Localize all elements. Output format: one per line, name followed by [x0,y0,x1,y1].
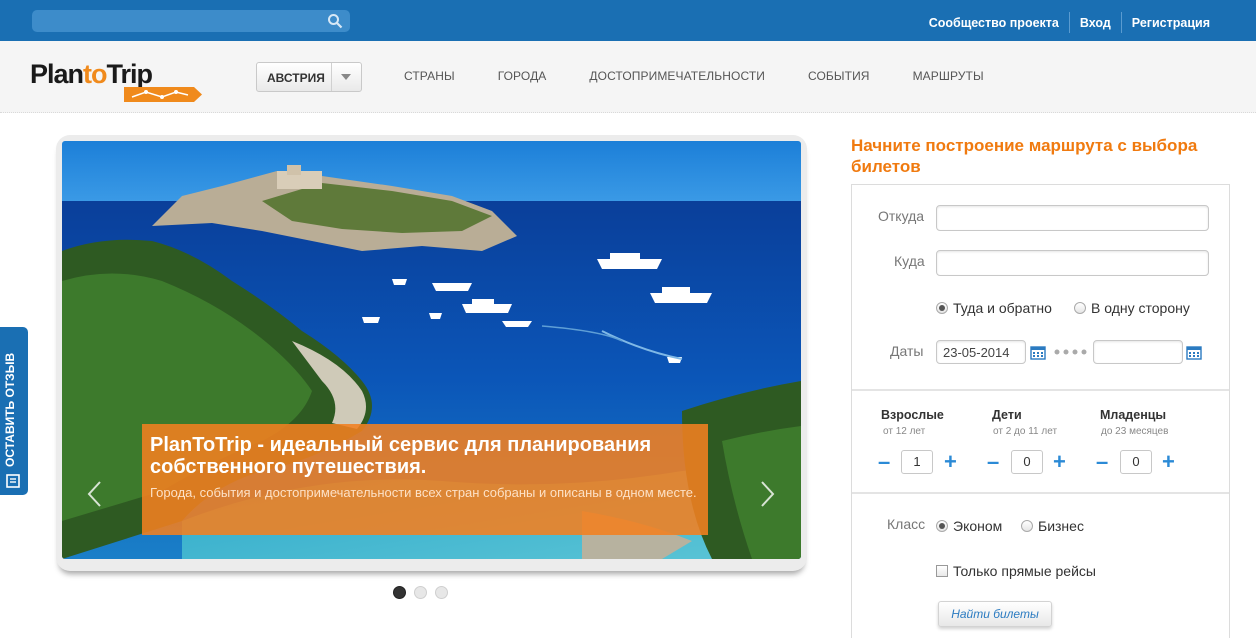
route-bar-icon [124,87,202,102]
site-header: PlantoTrip АВСТРИЯ СТРАНЫ ГОРОДА ДОСТОПР… [0,41,1256,113]
date-range-dots [1054,349,1087,355]
roundtrip-radio[interactable] [936,302,948,314]
adults-plus-button[interactable]: + [944,451,957,473]
logo-text: PlantoTrip [30,59,153,89]
country-select[interactable]: АВСТРИЯ [256,62,362,92]
login-link[interactable]: Вход [1080,16,1111,30]
economy-label[interactable]: Эконом [953,518,1002,534]
find-tickets-button[interactable]: Найти билеты [938,601,1052,627]
calendar-icon[interactable] [1186,344,1202,360]
nav-countries[interactable]: СТРАНЫ [404,69,455,83]
main-nav: СТРАНЫ ГОРОДА ДОСТОПРИМЕЧАТЕЛЬНОСТИ СОБЫ… [404,69,1027,83]
search-icon[interactable] [327,13,343,29]
economy-radio[interactable] [936,520,948,532]
infants-minus-button[interactable]: – [1096,451,1108,473]
direct-only-checkbox[interactable] [936,565,948,577]
adults-label: Взрослые [881,408,944,422]
date-from-input[interactable] [936,340,1026,364]
booking-title: Начните построение маршрута с выбора бил… [851,136,1198,176]
nav-cities[interactable]: ГОРОДА [498,69,547,83]
infants-label: Младенцы [1100,408,1167,422]
calendar-icon[interactable] [1030,344,1046,360]
direct-only-label[interactable]: Только прямые рейсы [953,563,1096,579]
infants-count[interactable]: 0 [1120,450,1152,474]
slide-caption: PlanToTrip - идеальный сервис для планир… [142,424,708,535]
feedback-label: ОСТАВИТЬ ОТЗЫВ [3,352,17,467]
community-link[interactable]: Сообщество проекта [929,16,1059,30]
country-select-value: АВСТРИЯ [267,71,325,85]
children-sub: от 2 до 11 лет [993,426,1058,437]
adults-count[interactable]: 1 [901,450,933,474]
from-label: Откуда [878,208,925,224]
slider-dot-1[interactable] [393,586,406,599]
infants-sub: до 23 месяцев [1101,426,1169,437]
adults-minus-button[interactable]: – [878,451,890,473]
children-plus-button[interactable]: + [1053,451,1066,473]
to-label: Куда [894,253,925,269]
slider-dot-2[interactable] [414,586,427,599]
children-count[interactable]: 0 [1011,450,1043,474]
search-input[interactable] [32,10,322,32]
logo[interactable]: PlantoTrip [30,59,210,107]
slider-prev-icon[interactable] [86,480,104,508]
divider [1068,12,1070,33]
date-to-input[interactable] [1093,340,1183,364]
site-search[interactable] [32,10,350,32]
divider [852,389,1229,391]
caption-text: Города, события и достопримечательности … [150,485,697,500]
business-label[interactable]: Бизнес [1038,518,1084,534]
feedback-icon [6,474,20,488]
adults-sub: от 12 лет [883,426,926,437]
children-minus-button[interactable]: – [987,451,999,473]
account-links: Сообщество проекта Вход Регистрация [929,12,1210,33]
nav-events[interactable]: СОБЫТИЯ [808,69,870,83]
nav-routes[interactable]: МАРШРУТЫ [913,69,984,83]
feedback-tab[interactable]: ОСТАВИТЬ ОТЗЫВ [0,327,28,495]
divider [1120,12,1122,33]
class-label: Класс [887,516,926,532]
roundtrip-label[interactable]: Туда и обратно [953,300,1052,316]
slider-next-icon[interactable] [758,480,776,508]
from-input[interactable] [936,205,1209,231]
infants-plus-button[interactable]: + [1162,451,1175,473]
dropdown-toggle[interactable] [331,63,361,91]
register-link[interactable]: Регистрация [1132,16,1210,30]
caption-title: PlanToTrip - идеальный сервис для планир… [150,434,652,478]
slider-pagination [393,586,456,599]
slider-dot-3[interactable] [435,586,448,599]
nav-sights[interactable]: ДОСТОПРИМЕЧАТЕЛЬНОСТИ [589,69,765,83]
divider [852,492,1229,494]
oneway-radio[interactable] [1074,302,1086,314]
ticket-search-form: Откуда Куда Туда и обратно В одну сторон… [851,184,1230,638]
to-input[interactable] [936,250,1209,276]
children-label: Дети [992,408,1022,422]
oneway-label[interactable]: В одну сторону [1091,300,1190,316]
top-bar: Сообщество проекта Вход Регистрация [0,0,1256,41]
dates-label: Даты [890,343,924,359]
business-radio[interactable] [1021,520,1033,532]
chevron-down-icon [341,74,351,80]
